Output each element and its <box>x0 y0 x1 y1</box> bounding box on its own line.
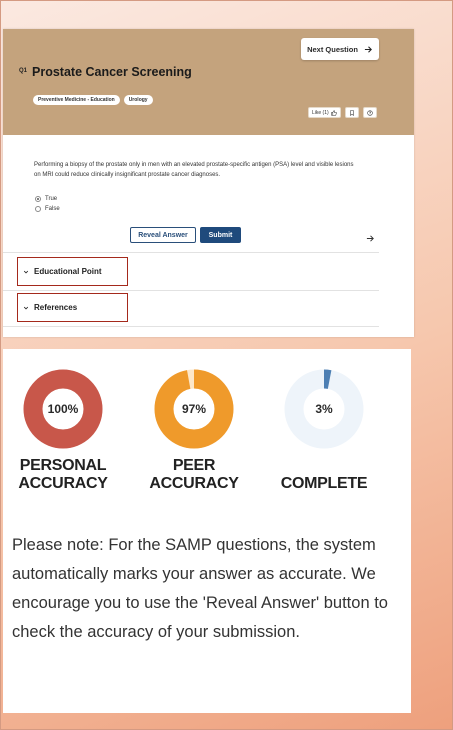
stat-label-line: PEER <box>172 457 216 474</box>
tag-urology[interactable]: Urology <box>123 95 153 105</box>
complete-value: 3% <box>315 402 333 416</box>
bookmark-icon <box>349 109 354 116</box>
option-true-label: True <box>45 196 58 202</box>
stat-personal-accuracy: 100% PERSONAL ACCURACY <box>8 369 118 493</box>
divider <box>3 326 379 327</box>
thumbs-up-icon <box>331 109 337 116</box>
stat-label-line: COMPLETE <box>280 475 368 492</box>
stat-label-line: ACCURACY <box>18 475 108 492</box>
page-title: Prostate Cancer Screening <box>32 65 192 79</box>
question-stem: Performing a biopsy of the prostate only… <box>34 162 354 178</box>
arrow-right-icon <box>364 45 372 53</box>
header-actions: Like (1) <box>308 107 377 118</box>
personal-accuracy-value: 100% <box>47 402 79 416</box>
like-button[interactable]: Like (1) <box>308 107 341 118</box>
complete-label: COMPLETE <box>269 457 379 493</box>
peer-accuracy-label: PEER ACCURACY <box>139 457 249 493</box>
divider <box>3 290 379 291</box>
chevron-down-icon <box>23 306 29 309</box>
question-card: Next Question Q1 Prostate Cancer Screeni… <box>3 29 414 337</box>
question-header: Next Question Q1 Prostate Cancer Screeni… <box>3 29 414 135</box>
question-number: Q1 <box>19 68 28 74</box>
stat-label-line: ACCURACY <box>149 475 239 492</box>
submit-button[interactable]: Submit <box>200 227 241 243</box>
stat-peer-accuracy: 97% PEER ACCURACY <box>139 369 249 493</box>
like-label: Like (1) <box>312 109 329 116</box>
accordion-references[interactable]: References <box>17 293 128 322</box>
bookmark-button[interactable] <box>344 107 359 118</box>
answer-options: True False <box>35 194 60 214</box>
help-button[interactable] <box>362 107 377 118</box>
peer-accuracy-value: 97% <box>181 402 207 416</box>
chevron-down-icon <box>23 270 29 273</box>
stat-label-line: PERSONAL <box>19 457 107 474</box>
complete-donut: 3% <box>284 369 364 449</box>
stat-label-line <box>269 457 379 475</box>
accordion-educational-point[interactable]: Educational Point <box>17 257 128 286</box>
accordion-label: References <box>34 303 78 312</box>
next-question-label: Next Question <box>307 44 358 54</box>
personal-accuracy-donut: 100% <box>23 369 103 449</box>
divider <box>3 252 379 253</box>
arrow-right-icon[interactable] <box>366 234 375 243</box>
tag-preventive-medicine[interactable]: Preventive Medicine - Education <box>33 95 120 105</box>
stat-complete: 3% COMPLETE <box>269 369 379 493</box>
samp-note: Please note: For the SAMP questions, the… <box>12 536 388 641</box>
radio-true[interactable] <box>35 196 41 202</box>
next-question-button[interactable]: Next Question <box>301 38 379 60</box>
personal-accuracy-label: PERSONAL ACCURACY <box>8 457 118 493</box>
stats-card: 100% PERSONAL ACCURACY 97% PEER ACCURACY… <box>3 349 411 713</box>
radio-false[interactable] <box>35 206 41 212</box>
accordion-label: Educational Point <box>34 267 102 276</box>
peer-accuracy-donut: 97% <box>154 369 234 449</box>
help-circle-icon <box>367 109 373 116</box>
option-false-label: False <box>45 206 60 212</box>
option-true[interactable]: True <box>35 194 60 204</box>
reveal-answer-button[interactable]: Reveal Answer <box>130 227 196 243</box>
tag-list: Preventive Medicine - Education Urology <box>33 95 153 105</box>
option-false[interactable]: False <box>35 204 60 214</box>
